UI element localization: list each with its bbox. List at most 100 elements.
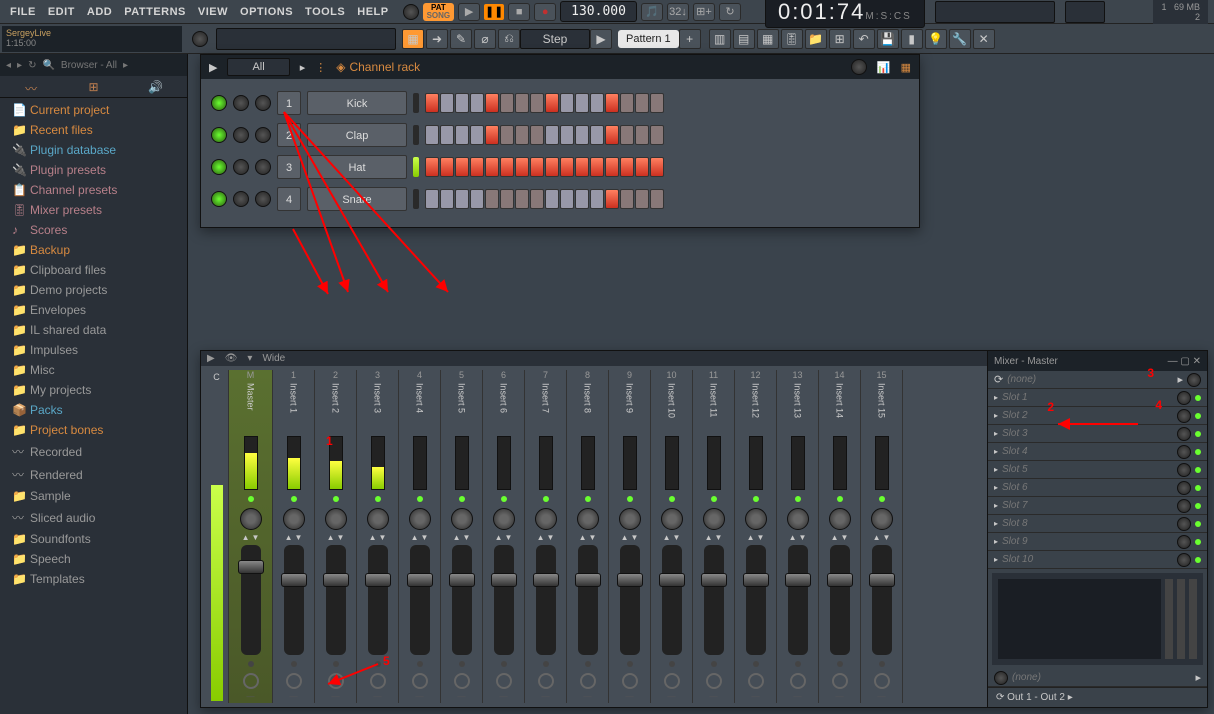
step-3-0[interactable]	[425, 189, 439, 209]
mixer-track-13[interactable]: 13Insert 13▲▼—	[777, 370, 819, 703]
channel-vol-2[interactable]	[255, 159, 271, 175]
arrow-down-icon[interactable]: ▼	[337, 533, 345, 542]
track-fader[interactable]	[494, 545, 514, 655]
browser-item-12[interactable]: 📁Impulses	[0, 340, 187, 360]
step-0-4[interactable]	[485, 93, 499, 113]
step-1-8[interactable]	[545, 125, 559, 145]
track-enable[interactable]	[795, 496, 801, 502]
out-knob[interactable]	[994, 671, 1008, 685]
arrow-up-icon[interactable]: ▲	[831, 533, 839, 542]
slot-mix-knob[interactable]	[1177, 481, 1191, 495]
slot-arrow[interactable]: ▸	[994, 429, 998, 438]
channel-name-1[interactable]: Clap	[307, 123, 407, 147]
fx-slot-5[interactable]: ▸Slot 5	[988, 461, 1207, 479]
arrow-down-icon[interactable]: ▼	[295, 533, 303, 542]
track-fx[interactable]: —	[374, 692, 382, 701]
browser-item-23[interactable]: 📁Templates	[0, 569, 187, 589]
step-1-10[interactable]	[575, 125, 589, 145]
pattern-selector[interactable]: Pattern 1	[618, 30, 679, 48]
slot-mix-knob[interactable]	[1177, 499, 1191, 513]
menu-edit[interactable]: EDIT	[42, 2, 81, 22]
track-enable[interactable]	[333, 496, 339, 502]
step-3-11[interactable]	[590, 189, 604, 209]
step-0-3[interactable]	[470, 93, 484, 113]
step-0-12[interactable]	[605, 93, 619, 113]
slot-mix-knob[interactable]	[1177, 463, 1191, 477]
channel-vol-0[interactable]	[255, 95, 271, 111]
step-3-14[interactable]	[635, 189, 649, 209]
browser-item-15[interactable]: 📦Packs	[0, 400, 187, 420]
pat-song-toggle[interactable]: PAT SONG	[423, 3, 455, 21]
step-2-5[interactable]	[500, 157, 514, 177]
browser-expand[interactable]: ▸	[123, 60, 128, 71]
track-mute[interactable]	[333, 661, 339, 667]
track-pan[interactable]	[703, 508, 725, 530]
track-enable[interactable]	[543, 496, 549, 502]
track-fader[interactable]	[620, 545, 640, 655]
mixer-track-12[interactable]: 12Insert 12▲▼—	[735, 370, 777, 703]
step-2-4[interactable]	[485, 157, 499, 177]
slot-arrow[interactable]: ▸	[994, 465, 998, 474]
step-2-8[interactable]	[545, 157, 559, 177]
menu-options[interactable]: OPTIONS	[234, 2, 299, 22]
tool-delete[interactable]: ⎌	[498, 29, 520, 49]
arrow-down-icon[interactable]: ▼	[631, 533, 639, 542]
mixer-wide-label[interactable]: Wide	[262, 353, 285, 364]
step-0-11[interactable]	[590, 93, 604, 113]
step-2-13[interactable]	[620, 157, 634, 177]
arrow-up-icon[interactable]: ▲	[453, 533, 461, 542]
step-1-14[interactable]	[635, 125, 649, 145]
track-mute[interactable]	[627, 661, 633, 667]
track-enable[interactable]	[459, 496, 465, 502]
track-mute[interactable]	[795, 661, 801, 667]
track-fx[interactable]: —	[584, 692, 592, 701]
step-3-6[interactable]	[515, 189, 529, 209]
arrow-down-icon[interactable]: ▼	[841, 533, 849, 542]
arrow-up-icon[interactable]: ▲	[242, 533, 250, 542]
track-fader[interactable]	[452, 545, 472, 655]
track-enable[interactable]	[669, 496, 675, 502]
slot-enable-led[interactable]	[1195, 485, 1201, 491]
track-enable[interactable]	[248, 496, 254, 502]
track-send[interactable]	[412, 673, 428, 689]
browser-refresh[interactable]: ↻	[28, 60, 36, 71]
track-mute[interactable]	[837, 661, 843, 667]
arrow-down-icon[interactable]: ▼	[673, 533, 681, 542]
mixer-track-15[interactable]: 15Insert 15▲▼—	[861, 370, 903, 703]
browser-item-8[interactable]: 📁Clipboard files	[0, 260, 187, 280]
track-enable[interactable]	[711, 496, 717, 502]
browser-item-0[interactable]: 📄Current project	[0, 100, 187, 120]
channel-pan-3[interactable]	[233, 191, 249, 207]
slot-enable-led[interactable]	[1195, 413, 1201, 419]
track-fx[interactable]: —	[626, 692, 634, 701]
loop-button[interactable]: ↻	[719, 3, 741, 21]
step-1-1[interactable]	[440, 125, 454, 145]
track-fader[interactable]	[662, 545, 682, 655]
mixer-track-4[interactable]: 4Insert 4▲▼—	[399, 370, 441, 703]
track-enable[interactable]	[753, 496, 759, 502]
step-3-8[interactable]	[545, 189, 559, 209]
browser-item-14[interactable]: 📁My projects	[0, 380, 187, 400]
step-2-3[interactable]	[470, 157, 484, 177]
track-fader[interactable]	[704, 545, 724, 655]
step-3-3[interactable]	[470, 189, 484, 209]
tool-undo[interactable]: ↶	[853, 29, 875, 49]
cr-filter[interactable]: All	[227, 58, 289, 76]
cr-menu[interactable]: ▸	[300, 61, 306, 74]
channel-num-3[interactable]: 4	[277, 187, 301, 211]
countdown-button[interactable]: ⊞+	[693, 3, 715, 21]
view-browser[interactable]: 📁	[805, 29, 827, 49]
slot-arrow[interactable]: ▸	[994, 447, 998, 456]
step-0-1[interactable]	[440, 93, 454, 113]
cr-play[interactable]: ▶	[209, 61, 217, 74]
track-fx[interactable]: —	[416, 692, 424, 701]
step-3-1[interactable]	[440, 189, 454, 209]
arrow-up-icon[interactable]: ▲	[327, 533, 335, 542]
track-send[interactable]	[286, 673, 302, 689]
track-mute[interactable]	[753, 661, 759, 667]
mixer-track-8[interactable]: 8Insert 8▲▼—	[567, 370, 609, 703]
track-send[interactable]	[622, 673, 638, 689]
mixer-minimize[interactable]: —	[1168, 356, 1178, 367]
track-fader[interactable]	[326, 545, 346, 655]
track-mute[interactable]	[501, 661, 507, 667]
